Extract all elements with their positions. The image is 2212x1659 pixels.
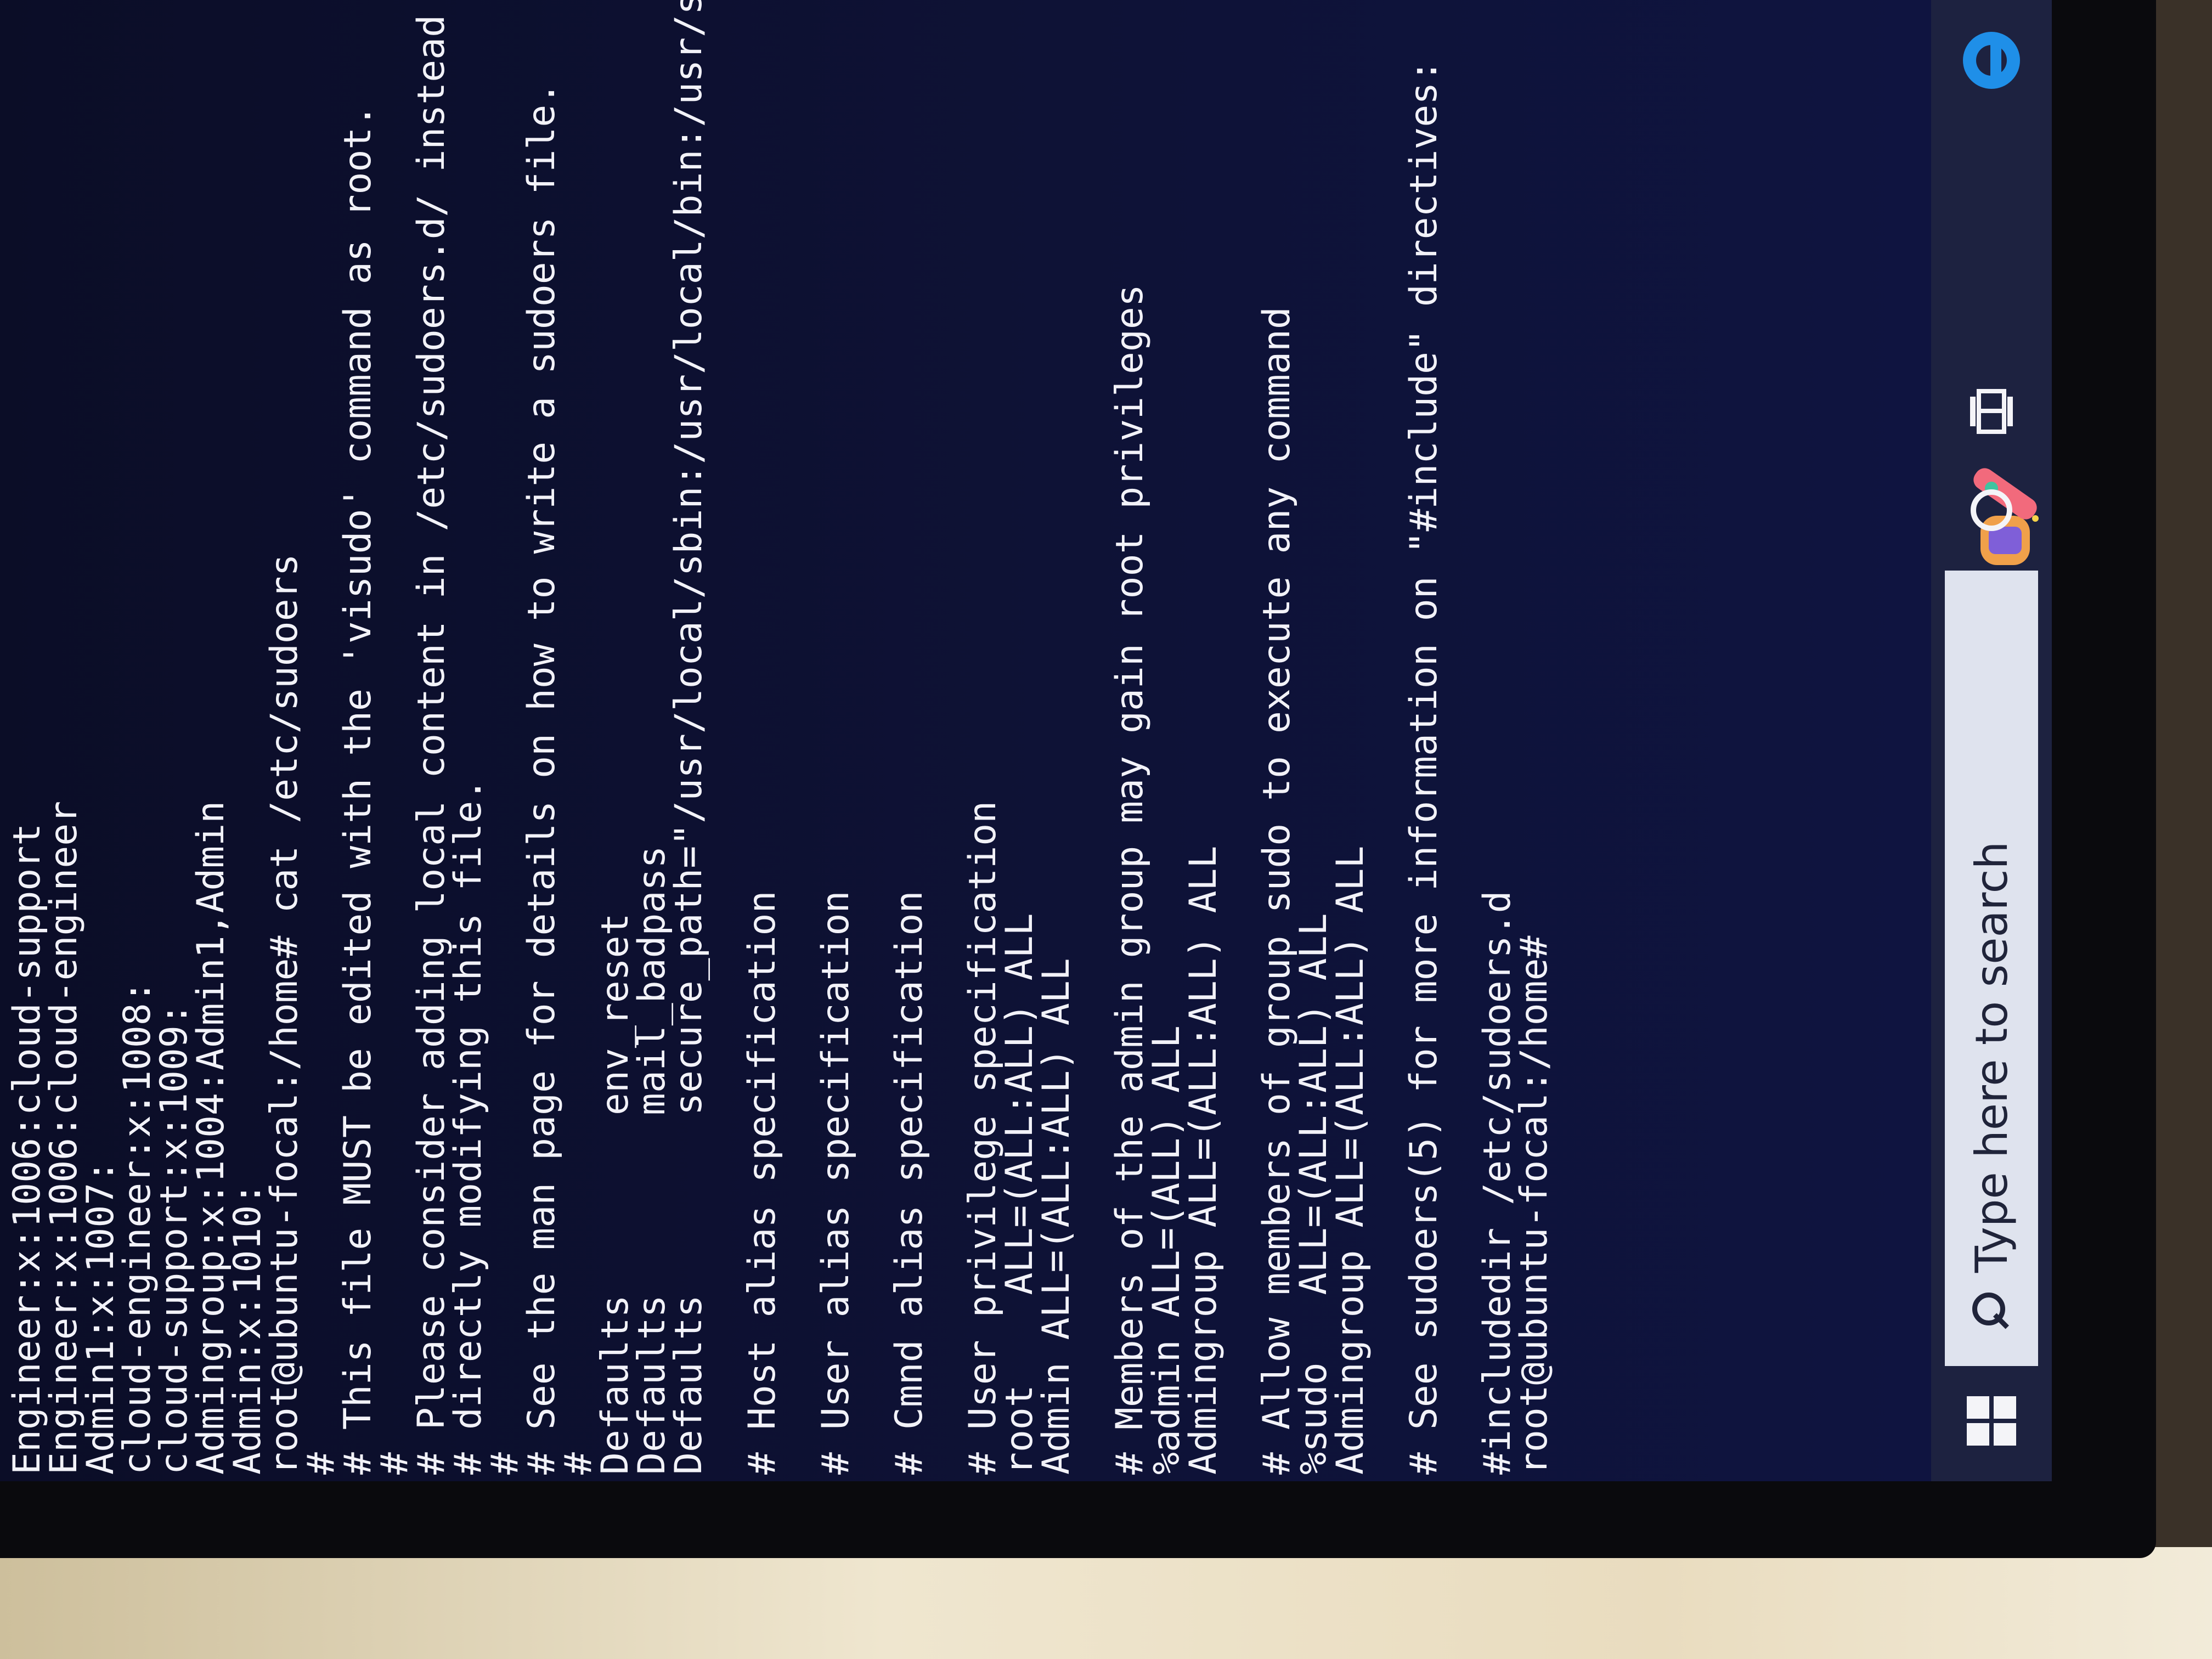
search-icon bbox=[1972, 1295, 2011, 1333]
terminal-window[interactable]: Engineer:x:1006:cloud-support Engineer:x:… bbox=[0, 0, 1931, 1481]
cortana-circle-icon bbox=[1971, 489, 2012, 531]
taskbar: Type here to search bbox=[1931, 0, 2052, 1481]
task-view-icon bbox=[1970, 389, 2013, 434]
desk-surface bbox=[0, 1547, 2212, 1659]
monitor-screen: Engineer:x:1006:cloud-support Engineer:x:… bbox=[0, 0, 2052, 1481]
terminal-line: root@ubuntu-focal:/home# bbox=[1513, 935, 1556, 1475]
task-view-button[interactable] bbox=[1953, 373, 2030, 450]
search-placeholder: Type here to search bbox=[1966, 841, 2017, 1273]
edge-button[interactable] bbox=[1948, 16, 2035, 104]
taskbar-search-box[interactable]: Type here to search bbox=[1945, 468, 2039, 1366]
windows-logo-icon bbox=[1967, 1396, 2016, 1446]
cortana-button[interactable] bbox=[1953, 472, 2030, 549]
edge-browser-icon bbox=[1963, 32, 2020, 89]
start-button[interactable] bbox=[1942, 1372, 2041, 1470]
